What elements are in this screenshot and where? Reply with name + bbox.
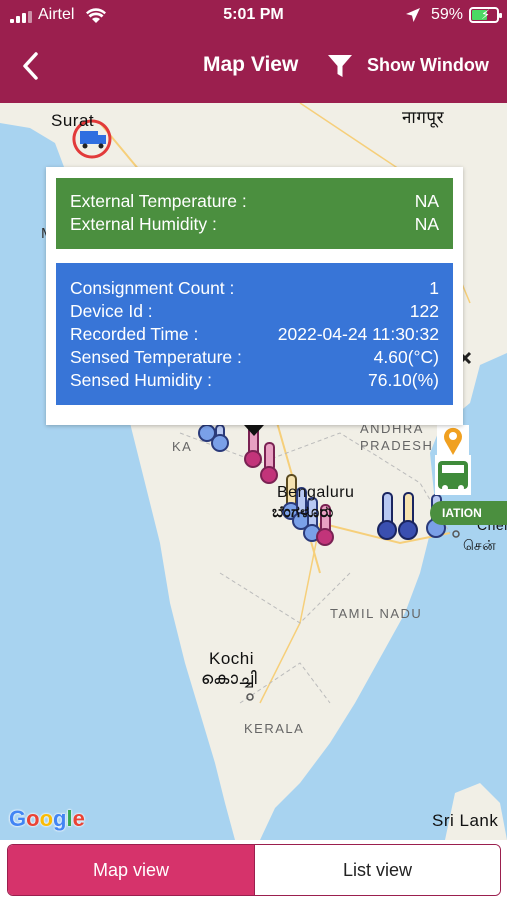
temperature-sensor-icon[interactable] [198,424,216,442]
info-window: External Temperature : NA External Humid… [46,167,463,436]
truck-icon[interactable] [435,455,471,495]
show-window-button[interactable]: Show Window [367,55,489,76]
view-toggle-bar: Map view List view [0,840,507,900]
map-label-andhra-pradesh: ANDHRA PRADESH [360,421,434,453]
info-row: Recorded Time : 2022-04-24 11:30:32 [70,324,439,344]
back-chevron-icon[interactable] [14,48,50,84]
info-row: Consignment Count : 1 [70,278,439,298]
map-label-kerala: KERALA [244,721,305,736]
battery-percent: 59% [430,6,463,23]
info-window-pointer [244,425,264,436]
city-dot-icon [452,530,460,538]
info-row: External Temperature : NA [70,191,439,211]
station-badge[interactable]: IATION [430,501,507,525]
map-pin-icon[interactable] [437,425,469,455]
map-label-bengaluru: Bengaluru [277,484,355,501]
battery-charging-icon: ⚡ [469,7,502,23]
map-label-surat: Surat [51,111,95,130]
app-header: Airtel 5:01 PM 59% ⚡ Map View Show Windo… [0,0,507,103]
filter-icon[interactable] [326,52,354,80]
map-label-chennai-local: சென் [463,537,497,553]
info-row: Sensed Temperature : 4.60(°C) [70,347,439,367]
view-toggle: Map view List view [7,844,501,896]
location-arrow-icon [406,8,420,22]
map-view-tab[interactable]: Map view [8,845,254,895]
google-logo: Google [9,806,85,831]
info-row: Device Id : 122 [70,301,439,321]
info-row: Sensed Humidity : 76.10(%) [70,370,439,390]
page-title: Map View [203,53,299,76]
map-label-nagpur: नागपूर [402,108,445,127]
info-row: External Humidity : NA [70,214,439,234]
status-bar: Airtel 5:01 PM 59% ⚡ [0,0,507,32]
map-label-kochi: Kochi [209,649,255,668]
map-label-bengaluru-local: ಬೆಂಗಳೂರು [272,504,334,521]
map-label-kochi-local: കൊച്ചി [201,669,258,688]
list-view-tab[interactable]: List view [254,845,500,895]
external-conditions-panel: External Temperature : NA External Humid… [56,178,453,249]
map-label-tamil-nadu: TAMIL NADU [330,606,423,621]
device-details-panel: Consignment Count : 1 Device Id : 122 Re… [56,263,453,405]
map-label-sri-lanka: Sri Lank [432,811,499,830]
map-label-karnataka: KA [172,439,193,454]
